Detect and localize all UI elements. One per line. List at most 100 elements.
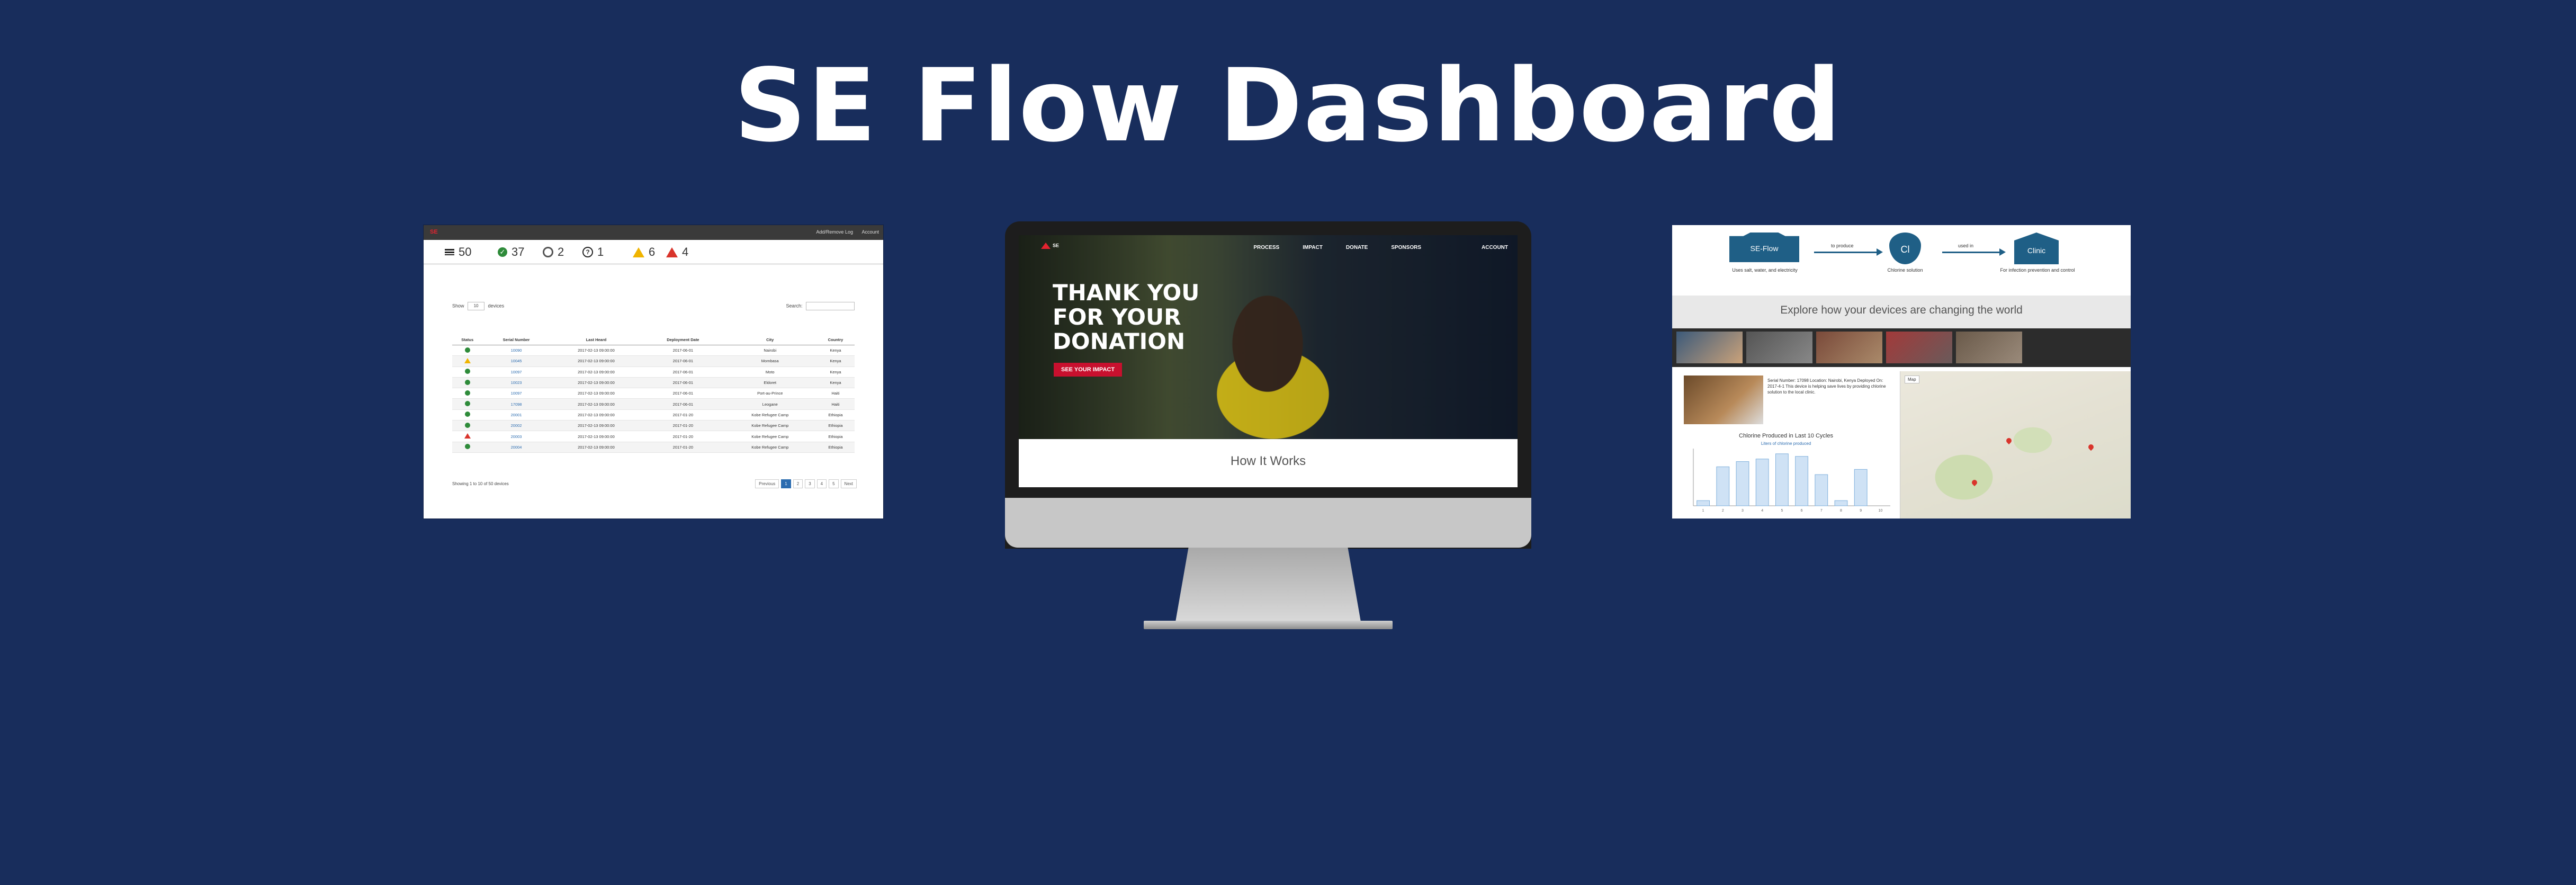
deployment-date-cell: 2017-06-01 [642, 366, 724, 378]
column-header[interactable]: Deployment Date [642, 334, 724, 345]
stat-idle[interactable]: 2 [543, 245, 564, 259]
last-heard-cell: 2017-02-13 09:00:00 [550, 409, 643, 421]
chart-bar[interactable] [1755, 459, 1769, 506]
arrow-icon [1942, 248, 2006, 256]
nav-account[interactable]: ACCOUNT [1482, 245, 1508, 251]
last-heard-cell: 2017-02-13 09:00:00 [550, 398, 643, 410]
serial-number-link[interactable]: 10045 [482, 355, 550, 367]
column-header[interactable]: City [723, 334, 816, 345]
serial-number-link[interactable]: 10097 [482, 388, 550, 399]
serial-number-link[interactable]: 20003 [482, 431, 550, 442]
chlorine-drop-icon: Cl [1889, 233, 1921, 264]
table-row[interactable]: 10045 2017-02-13 09:00:00 2017-06-01 Mombas… [452, 355, 855, 367]
warning-icon [464, 357, 471, 363]
nav-process[interactable]: PROCESS [1253, 245, 1279, 251]
serial-number-link[interactable]: 10090 [482, 345, 550, 356]
site-logo[interactable]: SE [1041, 243, 1059, 249]
page-button[interactable]: 1 [781, 479, 791, 488]
deployment-date-cell: 2017-01-20 [642, 431, 724, 442]
column-header[interactable]: Country [816, 334, 855, 345]
table-row[interactable]: 20003 2017-02-13 09:00:00 2017-01-20 Kobe R… [452, 431, 855, 442]
device-photo-thumb[interactable] [1746, 332, 1812, 363]
nav-sponsors[interactable]: SPONSORS [1391, 245, 1421, 251]
status-cell [452, 420, 483, 432]
x-tick-label: 1 [1702, 509, 1704, 513]
page-length-select[interactable]: 10 [468, 302, 485, 310]
step3-description: For infection prevention and control [2000, 267, 2075, 273]
table-row[interactable]: 10097 2017-02-13 09:00:00 2017-06-01 Port-a… [452, 388, 855, 399]
last-heard-cell: 2017-02-13 09:00:00 [550, 420, 643, 432]
stat-ok[interactable]: ✓ 37 [498, 245, 524, 259]
dashboard-screenshot: SE Add/Remove Log Account 50 ✓ 37 2 ? 1 6 … [424, 225, 883, 519]
chart-bar[interactable] [1854, 469, 1868, 506]
chart-bar[interactable] [1716, 466, 1730, 506]
page-button[interactable]: Previous [755, 479, 779, 488]
page-button[interactable]: Next [840, 479, 857, 488]
deployment-date-cell: 2017-06-01 [642, 377, 724, 389]
map-pin-icon[interactable] [2005, 436, 2013, 445]
check-circle-icon [464, 347, 470, 353]
page-button[interactable]: 2 [793, 479, 803, 488]
check-circle-icon [464, 379, 470, 385]
table-row[interactable]: 17098 2017-02-13 09:00:00 2017-06-01 Leogan… [452, 398, 855, 410]
serial-number-link[interactable]: 17098 [482, 398, 550, 410]
page-button[interactable]: 3 [805, 479, 815, 488]
deployment-date-cell: 2017-06-01 [642, 398, 724, 410]
chlorine-bar-chart: 1 2 3 4 5 6 7 8 9 10 [1693, 449, 1890, 513]
stat-warning[interactable]: 6 [633, 245, 655, 259]
table-row[interactable]: 20001 2017-02-13 09:00:00 2017-01-20 Kobe R… [452, 409, 855, 421]
check-circle-icon [464, 369, 470, 374]
table-row[interactable]: 20002 2017-02-13 09:00:00 2017-01-20 Kobe R… [452, 420, 855, 432]
chart-bar[interactable] [1775, 453, 1789, 506]
status-cell [452, 345, 483, 356]
nav-impact[interactable]: IMPACT [1303, 245, 1323, 251]
page-button[interactable]: 4 [816, 479, 827, 488]
last-heard-cell: 2017-02-13 09:00:00 [550, 355, 643, 367]
chart-bar[interactable] [1795, 456, 1809, 506]
serial-number-link[interactable]: 20001 [482, 409, 550, 421]
stat-total[interactable]: 50 [445, 245, 471, 259]
serial-number-link[interactable]: 20002 [482, 420, 550, 432]
table-row[interactable]: 20004 2017-02-13 09:00:00 2017-01-20 Kobe R… [452, 442, 855, 453]
map-pin-icon[interactable] [2087, 443, 2095, 451]
serial-number-link[interactable]: 20004 [482, 442, 550, 453]
stat-unknown[interactable]: ? 1 [582, 245, 604, 259]
nav-account[interactable]: Account [861, 229, 879, 235]
column-header[interactable]: Serial Number [482, 334, 550, 345]
chart-bar[interactable] [1834, 500, 1848, 506]
page-button[interactable]: 5 [829, 479, 839, 488]
city-cell: Mombasa [723, 355, 816, 367]
column-header[interactable]: Status [452, 334, 483, 345]
question-icon: ? [582, 247, 593, 257]
x-tick-label: 6 [1801, 509, 1803, 513]
device-photo-thumb[interactable] [1886, 332, 1952, 363]
see-impact-button[interactable]: SEE YOUR IMPACT [1054, 363, 1123, 377]
table-row[interactable]: 10090 2017-02-13 09:00:00 2017-06-01 Nairob… [452, 345, 855, 356]
device-photo-thumb[interactable] [1816, 332, 1882, 363]
last-heard-cell: 2017-02-13 09:00:00 [550, 442, 643, 453]
impact-screenshot: SE-Flow Uses salt, water, and electricit… [1672, 225, 2131, 519]
device-photo-thumb[interactable] [1956, 332, 2022, 363]
device-map[interactable]: Map [1900, 371, 2131, 519]
map-pin-icon[interactable] [1970, 478, 1979, 487]
column-header[interactable]: Last Heard [550, 334, 643, 345]
chart-bar[interactable] [1736, 461, 1749, 506]
nav-donate[interactable]: DONATE [1346, 245, 1368, 251]
chart-bar[interactable] [1697, 500, 1710, 506]
map-control[interactable]: Map [1905, 376, 1919, 383]
status-cell [452, 442, 483, 453]
page-length-control: Show 10 devices [452, 302, 504, 310]
x-tick-label: 10 [1879, 509, 1883, 513]
table-row[interactable]: 10097 2017-02-13 09:00:00 2017-06-01 Moto Ke… [452, 366, 855, 378]
status-cell [452, 366, 483, 378]
nav-add-remove-log[interactable]: Add/Remove Log [816, 229, 853, 235]
device-photo-thumb[interactable] [1676, 332, 1743, 363]
stat-error[interactable]: 4 [666, 245, 688, 259]
serial-number-link[interactable]: 10097 [482, 366, 550, 378]
country-cell: Ethiopia [816, 420, 855, 432]
chart-bar[interactable] [1815, 474, 1828, 506]
search-input[interactable] [806, 302, 855, 310]
city-cell: Kobe Refugee Camp [723, 420, 816, 432]
table-row[interactable]: 10023 2017-02-13 09:00:00 2017-06-01 Eldore… [452, 377, 855, 389]
serial-number-link[interactable]: 10023 [482, 377, 550, 389]
